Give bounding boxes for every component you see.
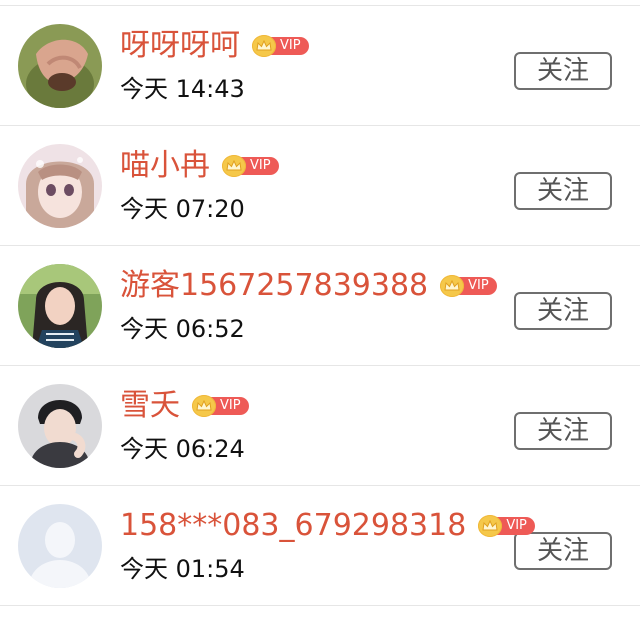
timestamp: 今天 06:24 bbox=[120, 435, 245, 463]
list-item[interactable]: 喵小冉 VIP 今天 07:20 关注 bbox=[0, 126, 640, 246]
list-item[interactable]: 游客1567257839388 VIP 今天 06:52 关注 bbox=[0, 246, 640, 366]
user-list: 呀呀呀呵 VIP 今天 14:43 关注 喵小冉 VIP 今天 07:20 关注… bbox=[0, 6, 640, 606]
avatar-illustration bbox=[18, 144, 102, 228]
timestamp: 今天 14:43 bbox=[120, 75, 245, 103]
crown-icon bbox=[256, 40, 272, 51]
username[interactable]: 雪夭 bbox=[120, 388, 180, 424]
username[interactable]: 游客1567257839388 bbox=[120, 268, 428, 304]
follow-button[interactable]: 关注 bbox=[514, 172, 612, 210]
follow-button[interactable]: 关注 bbox=[514, 292, 612, 330]
avatar-photo bbox=[18, 264, 102, 348]
avatar[interactable] bbox=[18, 384, 102, 468]
username[interactable]: 158***083_679298318 bbox=[120, 508, 466, 544]
avatar[interactable] bbox=[18, 504, 102, 588]
list-item[interactable]: 158***083_679298318 VIP 今天 01:54 关注 bbox=[0, 486, 640, 606]
crown-icon bbox=[226, 160, 242, 171]
username[interactable]: 呀呀呀呵 bbox=[120, 28, 240, 64]
timestamp: 今天 01:54 bbox=[120, 555, 245, 583]
avatar-photo bbox=[18, 24, 102, 108]
avatar[interactable] bbox=[18, 144, 102, 228]
username[interactable]: 喵小冉 bbox=[120, 148, 210, 184]
crown-icon bbox=[196, 400, 212, 411]
crown-icon bbox=[482, 520, 498, 531]
timestamp: 今天 06:52 bbox=[120, 315, 245, 343]
vip-badge: VIP bbox=[252, 35, 309, 57]
list-item[interactable]: 呀呀呀呵 VIP 今天 14:43 关注 bbox=[0, 6, 640, 126]
vip-badge: VIP bbox=[440, 275, 497, 297]
vip-badge: VIP bbox=[222, 155, 279, 177]
default-avatar-icon bbox=[18, 504, 102, 588]
avatar-photo bbox=[18, 384, 102, 468]
follow-button[interactable]: 关注 bbox=[514, 412, 612, 450]
avatar[interactable] bbox=[18, 24, 102, 108]
vip-badge: VIP bbox=[192, 395, 249, 417]
vip-label: VIP bbox=[496, 517, 535, 535]
vip-badge: VIP bbox=[478, 515, 535, 537]
crown-icon bbox=[444, 280, 460, 291]
avatar[interactable] bbox=[18, 264, 102, 348]
list-item[interactable]: 雪夭 VIP 今天 06:24 关注 bbox=[0, 366, 640, 486]
follow-button[interactable]: 关注 bbox=[514, 532, 612, 570]
timestamp: 今天 07:20 bbox=[120, 195, 245, 223]
follow-button[interactable]: 关注 bbox=[514, 52, 612, 90]
